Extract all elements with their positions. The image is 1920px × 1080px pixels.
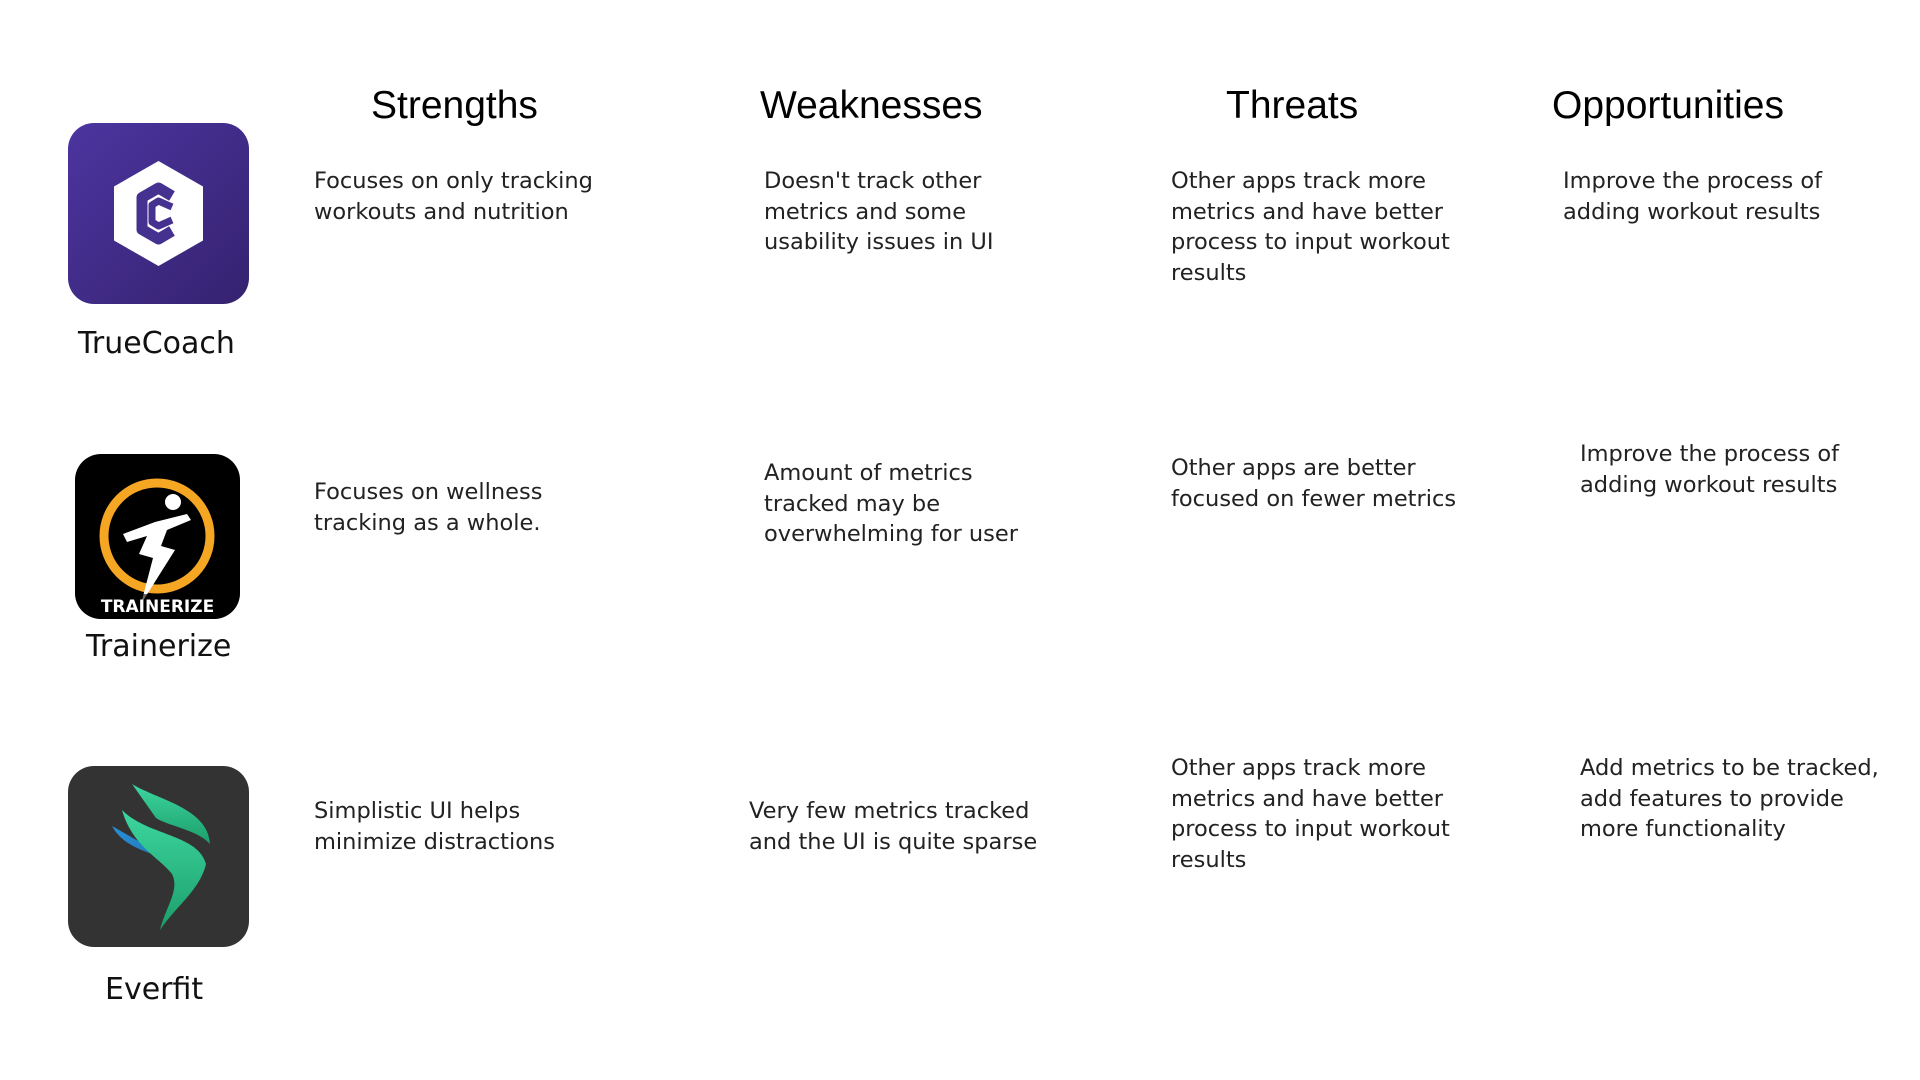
truecoach-weaknesses: Doesn't track other metrics and some usabi… — [764, 168, 994, 255]
everfit-strengths: Simplistic UI helps minimize distractions — [314, 798, 555, 855]
header-weaknesses: Weaknesses — [760, 84, 983, 127]
app-name-everfit: Everfit — [105, 972, 204, 1007]
trainerize-opportunities: Improve the process of adding workout res… — [1580, 441, 1840, 498]
truecoach-threats: Other apps track more metrics and have be… — [1171, 168, 1450, 286]
header-opportunities: Opportunities — [1552, 84, 1784, 127]
trainerize-logo-text: TRAINERIZE — [101, 597, 214, 617]
trainerize-logo-icon: TRAINERIZE — [75, 454, 240, 619]
app-name-trainerize: Trainerize — [86, 629, 232, 664]
truecoach-logo-icon — [68, 123, 249, 304]
header-threats: Threats — [1226, 84, 1359, 127]
everfit-weaknesses: Very few metrics tracked and the UI is qu… — [749, 798, 1038, 855]
everfit-opportunities: Add metrics to be tracked, add features t… — [1580, 755, 1879, 842]
truecoach-opportunities: Improve the process of adding workout res… — [1563, 168, 1823, 225]
everfit-threats: Other apps track more metrics and have be… — [1171, 755, 1450, 873]
trainerize-strengths: Focuses on wellness tracking as a whole. — [314, 479, 543, 536]
trainerize-weaknesses: Amount of metrics tracked may be overwhelm… — [764, 460, 1018, 547]
trainerize-threats: Other apps are better focused on fewer me… — [1171, 455, 1457, 512]
truecoach-strengths: Focuses on only tracking workouts and nut… — [314, 168, 593, 225]
everfit-logo-icon — [68, 766, 249, 947]
header-strengths: Strengths — [371, 84, 538, 127]
app-name-truecoach: TrueCoach — [78, 326, 235, 361]
